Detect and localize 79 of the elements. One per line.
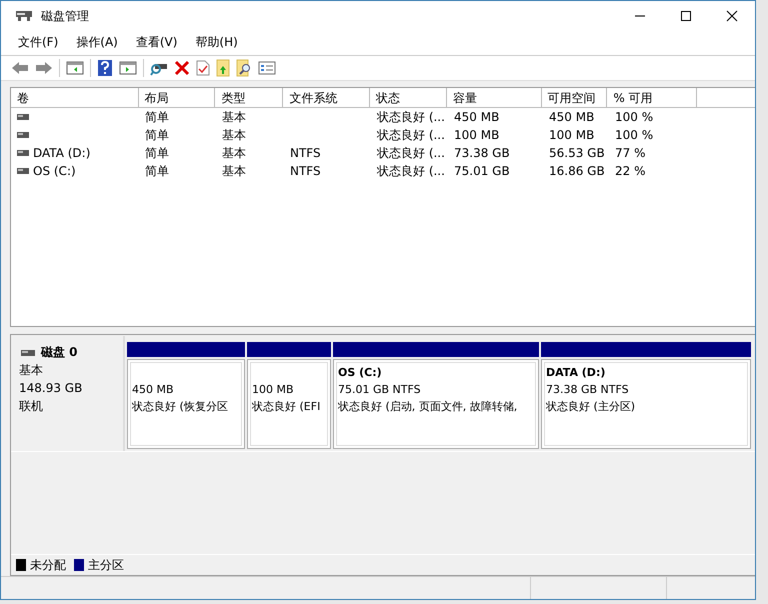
search-document-icon[interactable]	[236, 58, 252, 77]
partition-size: 73.38 GB NTFS	[546, 382, 630, 398]
table-cell: 22 %	[615, 164, 646, 178]
drive-icon	[17, 132, 29, 138]
table-cell: 56.53 GB	[549, 146, 605, 160]
table-cell: 100 %	[615, 110, 654, 124]
table-cell: 73.38 GB	[454, 146, 510, 160]
window-title: 磁盘管理	[41, 8, 89, 24]
table-cell: 状态良好 (...	[377, 144, 445, 162]
table-cell: 简单	[145, 144, 169, 162]
table-cell: 基本	[222, 144, 246, 162]
partition-block[interactable]: DATA (D:) 73.38 GB NTFS 状态良好 (主分区)	[541, 359, 751, 450]
checklist-icon[interactable]	[258, 60, 276, 76]
maximize-icon	[680, 10, 692, 22]
drive-icon	[17, 114, 29, 120]
menu-item[interactable]: 帮助(H)	[186, 34, 247, 52]
table-cell: 简单	[145, 162, 169, 180]
partition-status: 状态良好 (恢复分区	[132, 399, 229, 416]
table-cell: NTFS	[290, 146, 321, 160]
table-cell: 简单	[145, 108, 169, 126]
help-icon[interactable]	[97, 58, 113, 77]
partition-block[interactable]: 100 MB 状态良好 (EFI	[247, 359, 331, 450]
delete-icon[interactable]	[174, 60, 190, 76]
partition-status: 状态良好 (EFI	[252, 399, 322, 416]
partition-size: 100 MB	[252, 382, 295, 398]
table-cell: 75.01 GB	[454, 164, 510, 178]
partition-title: OS (C:)	[338, 365, 383, 382]
table-cell: 状态良好 (...	[377, 108, 445, 126]
column-header[interactable]: 容量	[446, 88, 542, 108]
back-arrow-icon[interactable]	[11, 60, 29, 76]
partition-size: 450 MB	[132, 382, 175, 398]
partition-status: 状态良好 (主分区)	[546, 399, 636, 416]
table-cell: 简单	[145, 126, 169, 144]
table-cell: 100 MB	[549, 128, 594, 142]
legend-label: 未分配	[30, 556, 66, 574]
table-cell: 100 MB	[454, 128, 500, 142]
column-header[interactable]: 类型	[215, 88, 284, 108]
disk-size: 148.93 GB	[19, 380, 84, 398]
disk-status: 联机	[19, 398, 44, 416]
partition-title: DATA (D:)	[546, 365, 606, 382]
column-header[interactable]: 状态	[370, 88, 447, 108]
partition-status: 状态良好 (启动, 页面文件, 故障转储,	[338, 399, 518, 416]
panel-icon[interactable]	[119, 60, 137, 76]
table-cell: 基本	[222, 126, 246, 144]
partition-block[interactable]: 450 MB 状态良好 (恢复分区	[127, 359, 245, 450]
menu-item[interactable]: 文件(F)	[9, 34, 68, 52]
column-header[interactable]: 可用空间	[542, 88, 608, 108]
legend-label: 主分区	[88, 556, 124, 574]
table-cell: DATA (D:)	[33, 146, 90, 160]
table-cell: OS (C:)	[33, 164, 76, 178]
table-cell: 16.86 GB	[549, 164, 605, 178]
table-cell: 450 MB	[549, 110, 594, 124]
close-icon	[726, 10, 738, 22]
disk-type: 基本	[19, 362, 44, 380]
menu-item[interactable]: 查看(V)	[126, 34, 186, 52]
partition-block[interactable]: OS (C:) 75.01 GB NTFS 状态良好 (启动, 页面文件, 故障转储,	[333, 359, 539, 450]
table-cell: 状态良好 (...	[377, 126, 445, 144]
drive-icon	[17, 150, 29, 156]
column-header[interactable]: 文件系统	[283, 88, 370, 108]
panel-icon[interactable]	[66, 60, 84, 76]
table-cell: 450 MB	[454, 110, 500, 124]
partition-size: 75.01 GB NTFS	[338, 382, 422, 398]
forward-arrow-icon[interactable]	[35, 60, 53, 76]
column-header[interactable]: 卷	[11, 88, 139, 108]
menu-item[interactable]: 操作(A)	[67, 34, 127, 52]
drive-icon	[17, 168, 29, 174]
disk-name: 磁盘 0	[41, 344, 78, 362]
table-cell: 基本	[222, 108, 246, 126]
table-cell: 基本	[222, 162, 246, 180]
disk-drive-icon	[15, 9, 33, 23]
table-cell: 状态良好 (...	[377, 162, 445, 180]
table-cell: 100 %	[615, 128, 654, 142]
checked-document-icon[interactable]	[196, 60, 210, 76]
up-arrow-document-icon[interactable]	[216, 58, 230, 77]
column-header[interactable]: 布局	[138, 88, 216, 108]
column-header[interactable]: % 可用	[607, 88, 698, 108]
table-cell: 77 %	[615, 146, 646, 160]
drive-icon	[21, 350, 35, 356]
table-cell: NTFS	[290, 164, 321, 178]
